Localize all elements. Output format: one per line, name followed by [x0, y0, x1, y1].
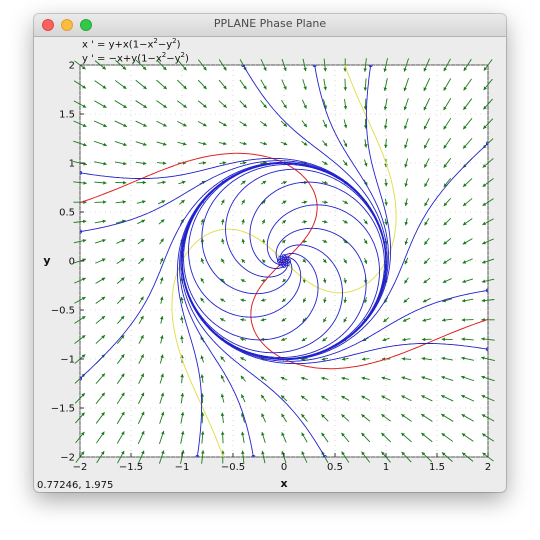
y-tick-label: 0 [69, 257, 75, 268]
x-axis-label: x [280, 477, 287, 490]
y-axis-label: y [43, 254, 50, 267]
phase-plane-plot[interactable]: −2 −1.5 −1 −0.5 0 0.5 1 1.5 2 −2 −1.5 −1 −0.5 0 0.5 1 1.… [34, 14, 506, 492]
x-tick-label: −0.5 [221, 462, 245, 473]
pplane-window: PPLANE Phase Plane x ' = y+x(1−x2−y2) y … [34, 14, 506, 492]
x-tick-label: 0 [281, 462, 287, 473]
y-tick-label: 1.5 [59, 110, 75, 121]
x-tick-label: 1.5 [429, 462, 445, 473]
x-tick-label: 2 [485, 462, 491, 473]
y-tick-label: 1 [69, 159, 75, 170]
y-tick-label: −1.5 [51, 404, 75, 415]
y-tick-label: −2 [60, 453, 75, 464]
y-tick-label: −0.5 [51, 306, 75, 317]
y-tick-label: 2 [69, 61, 75, 72]
y-tick-label: 0.5 [59, 208, 75, 219]
x-tick-label: −2 [73, 462, 88, 473]
y-tick-label: −1 [60, 355, 75, 366]
x-tick-label: 1 [383, 462, 389, 473]
cursor-coordinate-readout: 0.77246, 1.975 [37, 480, 114, 491]
x-tick-label: −1 [175, 462, 190, 473]
x-tick-label: −1.5 [119, 462, 143, 473]
x-tick-label: 0.5 [327, 462, 343, 473]
